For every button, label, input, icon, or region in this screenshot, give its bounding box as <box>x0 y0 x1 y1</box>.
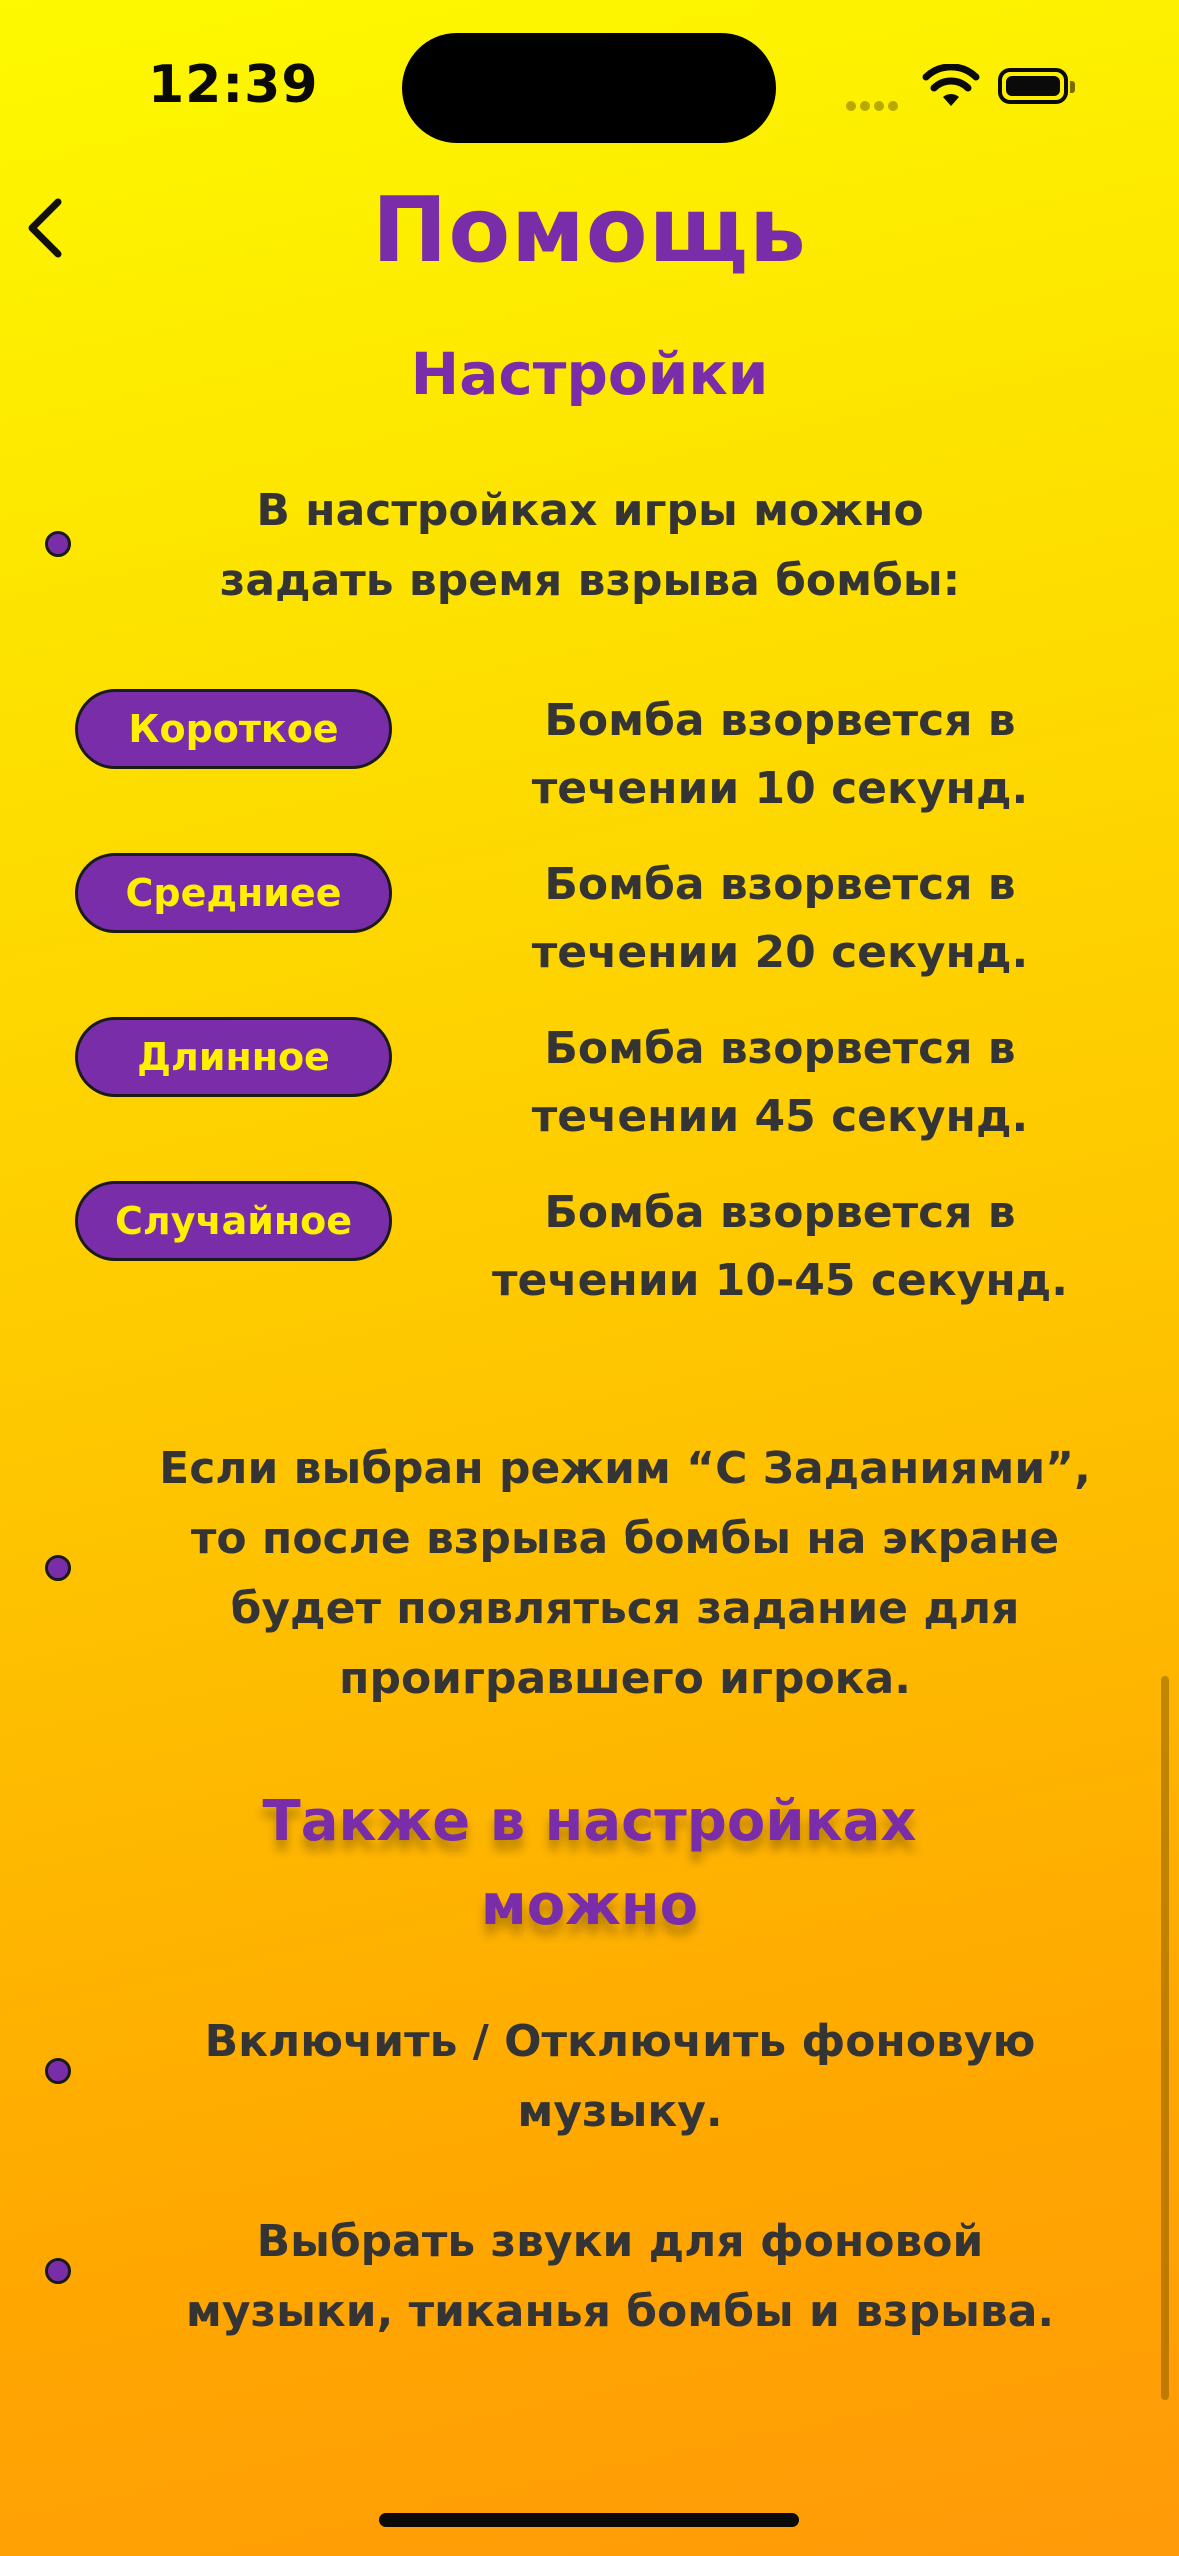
dynamic-island <box>402 33 776 143</box>
sound-select-text: Выбрать звуки для фоновой музыки, тикань… <box>185 2216 1055 2337</box>
wifi-icon <box>922 63 980 112</box>
home-indicator[interactable] <box>379 2513 799 2527</box>
duration-random-description: Бомба взорвется в течении 10-45 секунд. <box>492 1187 1068 1306</box>
bullet-dot <box>45 2258 71 2284</box>
status-time: 12:39 <box>148 55 319 115</box>
section-title: Настройки <box>410 340 769 408</box>
bullet-dot <box>45 531 71 557</box>
duration-random-button[interactable]: Случайное <box>75 1181 392 1261</box>
cellular-signal-icon <box>846 96 902 115</box>
duration-short-description: Бомба взорвется в течении 10 секунд. <box>531 695 1029 814</box>
intro-text: В настройках игры можно задать время взр… <box>219 485 961 606</box>
page-title: Помощь <box>372 178 807 283</box>
also-settings-heading: Также в настройках можно <box>262 1789 917 1938</box>
music-toggle-text: Включить / Отключить фоновую музыку. <box>204 2016 1036 2137</box>
duration-long-description: Бомба взорвется в течении 45 секунд. <box>531 1023 1029 1142</box>
scroll-indicator[interactable] <box>1161 1676 1169 2400</box>
duration-short-button[interactable]: Короткое <box>75 689 392 769</box>
battery-icon <box>998 68 1075 104</box>
bullet-dot <box>45 1555 71 1581</box>
duration-medium-button[interactable]: Средниее <box>75 853 392 933</box>
duration-medium-description: Бомба взорвется в течении 20 секунд. <box>531 859 1029 978</box>
tasks-mode-text: Если выбран режим “С Заданиями”, то посл… <box>159 1443 1091 1704</box>
duration-long-button[interactable]: Длинное <box>75 1017 392 1097</box>
bullet-dot <box>45 2058 71 2084</box>
